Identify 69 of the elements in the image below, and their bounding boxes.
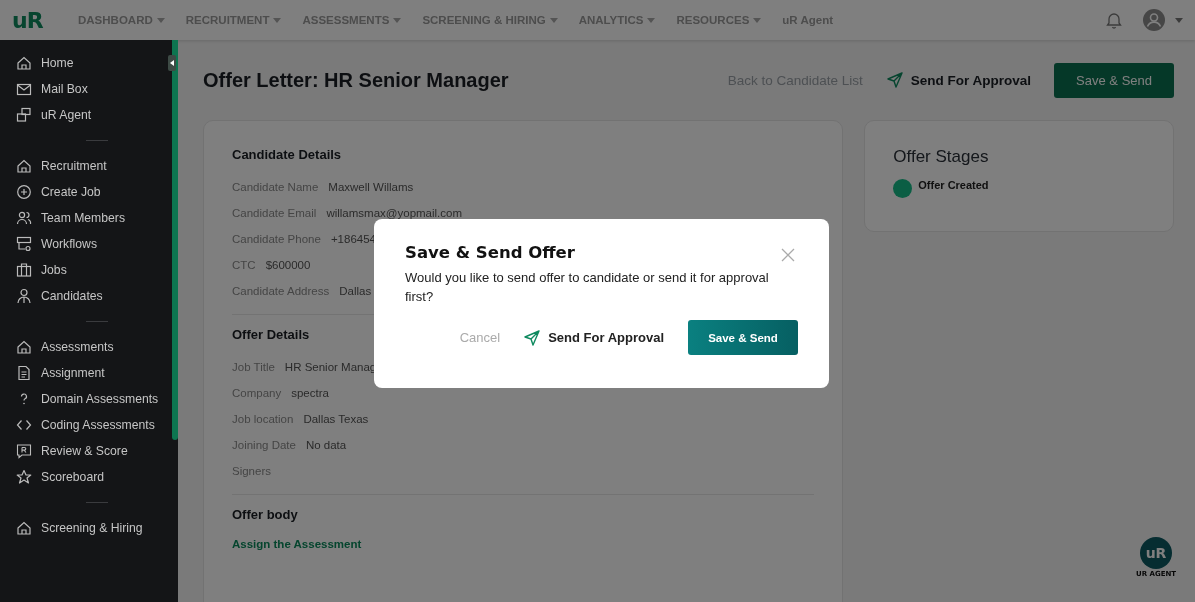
sidebar-item[interactable]: uR Agent <box>16 102 172 128</box>
sidebar-item[interactable]: Jobs <box>16 257 172 283</box>
sidebar-item[interactable]: Domain Assessments <box>16 386 172 412</box>
home-icon <box>16 339 32 355</box>
field-label: Signers <box>232 465 271 477</box>
page-title: Offer Letter: HR Senior Manager <box>203 68 510 92</box>
sidebar-item[interactable]: Coding Assessments <box>16 412 172 438</box>
stage-label: Offer Created <box>918 179 989 191</box>
section-title: Offer body <box>232 507 298 522</box>
sidebar-item[interactable]: Assignment <box>16 360 172 386</box>
agent-logo[interactable]: uR <box>1140 537 1172 569</box>
field-value: Dallas Texas <box>303 413 369 425</box>
field-label: Company <box>232 387 282 399</box>
plus-circle-icon <box>16 184 32 200</box>
send-for-approval-button[interactable]: Send For Approval <box>886 72 1032 88</box>
save-send-button[interactable]: Save & Send <box>688 320 798 355</box>
stages-title: Offer Stages <box>893 147 990 167</box>
sidebar-item[interactable]: Create Job <box>16 179 172 205</box>
send-for-approval-button[interactable]: Send For Approval <box>524 329 664 346</box>
sidebar-item[interactable]: Assessments <box>16 334 172 360</box>
star-icon <box>16 469 32 485</box>
briefcase-icon <box>16 262 32 278</box>
close-icon[interactable] <box>781 248 795 262</box>
mail-icon <box>16 81 32 97</box>
field-label: Candidate Email <box>232 207 317 219</box>
section-title: Candidate Details <box>232 147 342 162</box>
sidebar-item[interactable]: Recruitment <box>16 153 172 179</box>
field-label: Candidate Address <box>232 285 330 297</box>
scrollbar-thumb[interactable] <box>172 40 178 440</box>
field-label: CTC <box>232 259 256 271</box>
document-icon <box>16 365 32 381</box>
sidebar-item[interactable]: Screening & Hiring <box>16 515 172 541</box>
field-label: Joining Date <box>232 439 296 451</box>
chat-icon <box>16 107 32 123</box>
caret-icon <box>1175 17 1183 23</box>
people-icon <box>16 210 32 226</box>
sidebar-item[interactable]: Review & Score <box>16 438 172 464</box>
bell-icon[interactable] <box>1105 11 1123 29</box>
field-value: Maxwell Willams <box>328 181 414 193</box>
field-label: Job location <box>232 413 294 425</box>
review-icon <box>16 443 32 459</box>
home-icon <box>16 520 32 536</box>
field-value: $600000 <box>265 259 311 271</box>
person-icon <box>16 288 32 304</box>
field-value: willamsmax@yopmail.com <box>326 207 463 219</box>
field-value: +186454 <box>330 233 376 245</box>
send-icon <box>886 72 903 88</box>
send-icon <box>524 329 541 346</box>
sidebar-item[interactable]: Mail Box <box>16 76 172 102</box>
field-label: Candidate Name <box>232 181 319 193</box>
sidebar-item[interactable]: Team Members <box>16 205 172 231</box>
field-value: spectra <box>291 387 329 399</box>
sidebar-item[interactable]: Home <box>16 50 172 76</box>
modal-title: Save & Send Offer <box>405 243 575 262</box>
collapse-handle[interactable] <box>168 55 176 71</box>
avatar-icon[interactable] <box>1143 9 1165 31</box>
sidebar-item[interactable]: Candidates <box>16 283 172 309</box>
field-label: Candidate Phone <box>232 233 321 245</box>
field-label: Job Title <box>232 361 275 373</box>
section-title: Offer Details <box>232 327 310 342</box>
caret-icon <box>170 60 174 66</box>
field-value: No data <box>305 439 347 451</box>
home-icon <box>16 55 32 71</box>
home-icon <box>16 158 32 174</box>
workflow-icon <box>16 236 32 252</box>
sidebar-item[interactable]: Workflows <box>16 231 172 257</box>
field-value: Dallas <box>339 285 372 297</box>
sidebar-item[interactable]: Scoreboard <box>16 464 172 490</box>
modal-message: Would you like to send offer to candidate or send it for approval first? <box>405 269 770 306</box>
